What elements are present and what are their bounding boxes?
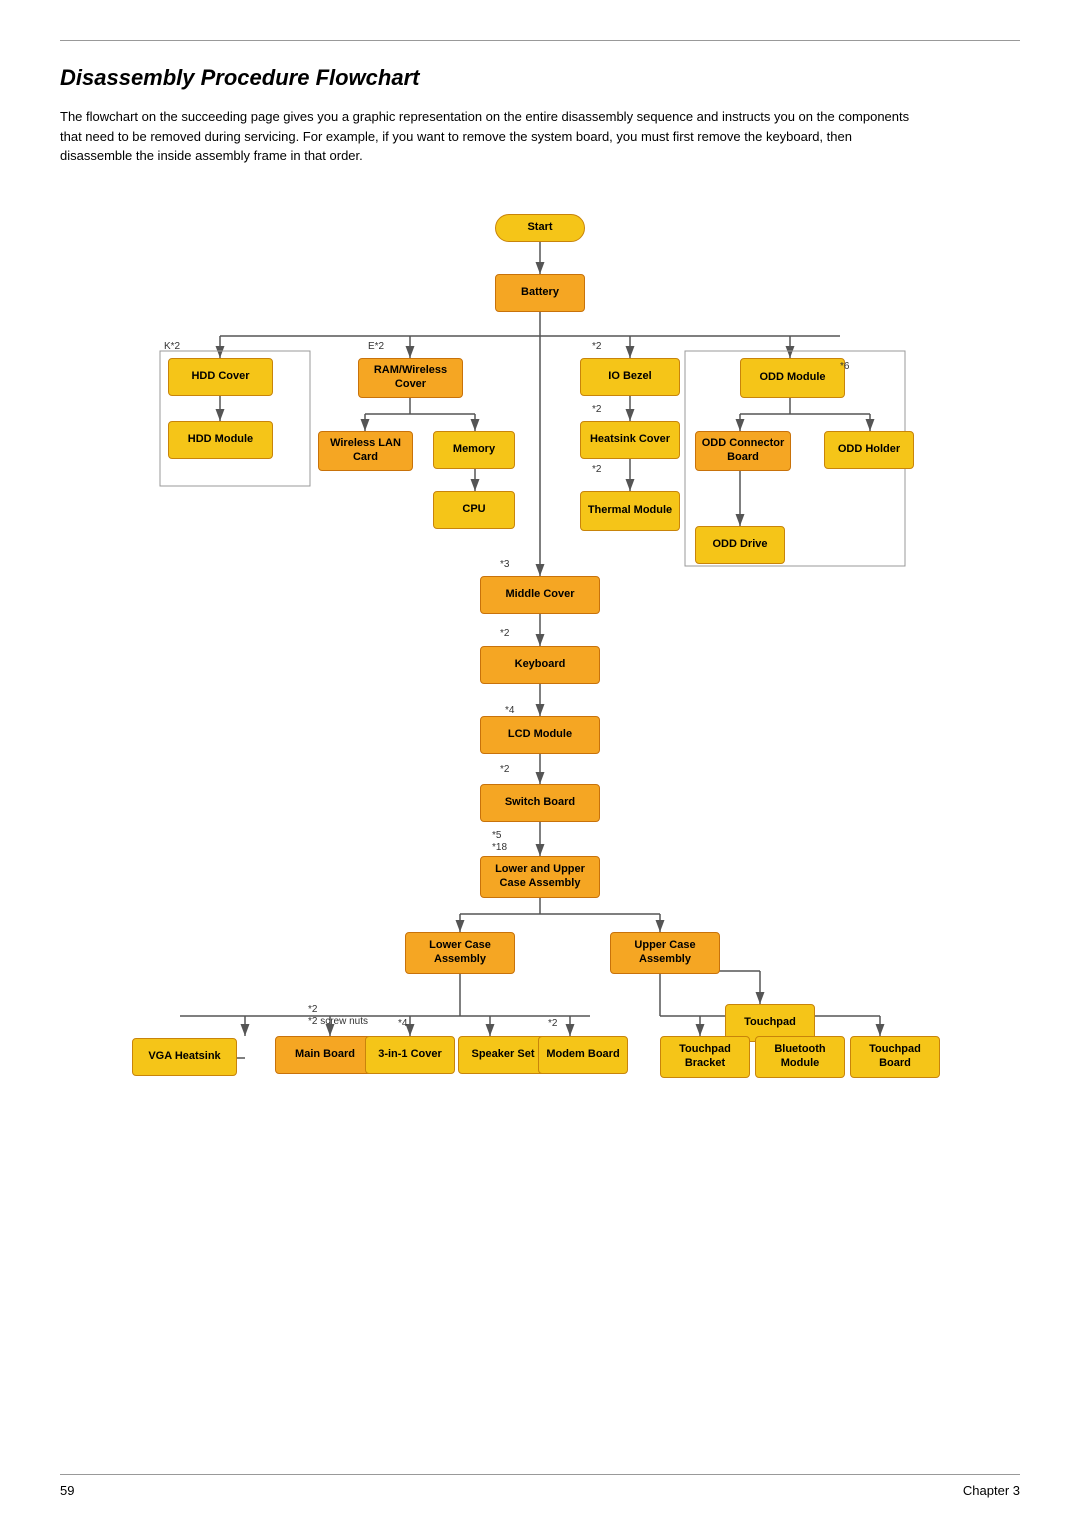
- label-star2-keyboard: *2: [500, 628, 509, 639]
- node-speaker-set: Speaker Set: [458, 1036, 548, 1074]
- label-star4-speaker: *4: [398, 1018, 407, 1029]
- flowchart: Start Battery K*2 HDD Cover E*2 RAM/Wire…: [60, 196, 1020, 1396]
- node-odd-module: ODD Module: [740, 358, 845, 398]
- node-odd-holder: ODD Holder: [824, 431, 914, 469]
- node-bluetooth-module: Bluetooth Module: [755, 1036, 845, 1078]
- label-star3-mc: *3: [500, 559, 509, 570]
- node-heatsink-cover: Heatsink Cover: [580, 421, 680, 459]
- label-star2-heatsink: *2: [592, 404, 601, 415]
- top-rule: [60, 40, 1020, 41]
- node-switch-board: Switch Board: [480, 784, 600, 822]
- label-star5: *5: [492, 830, 501, 841]
- label-star2-thermal: *2: [592, 464, 601, 475]
- page-footer: 59 Chapter 3: [60, 1474, 1020, 1498]
- intro-paragraph: The flowchart on the succeeding page giv…: [60, 107, 920, 166]
- node-touchpad-bracket: Touchpad Bracket: [660, 1036, 750, 1078]
- node-memory: Memory: [433, 431, 515, 469]
- page-number: 59: [60, 1483, 74, 1498]
- node-middle-cover: Middle Cover: [480, 576, 600, 614]
- label-e2: E*2: [368, 341, 384, 352]
- label-star2-switch: *2: [500, 764, 509, 775]
- node-lower-upper-case: Lower and Upper Case Assembly: [480, 856, 600, 898]
- label-star18: *18: [492, 842, 507, 853]
- node-hdd-module: HDD Module: [168, 421, 273, 459]
- node-hdd-cover: HDD Cover: [168, 358, 273, 396]
- label-star2-modem: *2: [548, 1018, 557, 1029]
- label-k2: K*2: [164, 341, 180, 352]
- node-touchpad-board: Touchpad Board: [850, 1036, 940, 1078]
- node-battery: Battery: [495, 274, 585, 312]
- node-lcd-module: LCD Module: [480, 716, 600, 754]
- label-star2-mb: *2: [308, 1004, 317, 1015]
- node-io-bezel: IO Bezel: [580, 358, 680, 396]
- node-3in1-cover: 3-in-1 Cover: [365, 1036, 455, 1074]
- node-modem-board: Modem Board: [538, 1036, 628, 1074]
- node-lower-case: Lower Case Assembly: [405, 932, 515, 974]
- label-star6: *6: [840, 361, 849, 372]
- node-ram-wireless-cover: RAM/Wireless Cover: [358, 358, 463, 398]
- chapter-label: Chapter 3: [963, 1483, 1020, 1498]
- label-star2-io: *2: [592, 341, 601, 352]
- node-keyboard: Keyboard: [480, 646, 600, 684]
- node-vga-heatsink: VGA Heatsink: [132, 1038, 237, 1076]
- node-upper-case: Upper Case Assembly: [610, 932, 720, 974]
- node-thermal-module: Thermal Module: [580, 491, 680, 531]
- node-wireless-lan-card: Wireless LAN Card: [318, 431, 413, 471]
- node-start: Start: [495, 214, 585, 242]
- page-title: Disassembly Procedure Flowchart: [60, 65, 1020, 91]
- node-odd-connector-board: ODD Connector Board: [695, 431, 791, 471]
- node-cpu: CPU: [433, 491, 515, 529]
- label-star2-nuts: *2 screw nuts: [308, 1016, 368, 1027]
- node-main-board: Main Board: [275, 1036, 375, 1074]
- node-odd-drive: ODD Drive: [695, 526, 785, 564]
